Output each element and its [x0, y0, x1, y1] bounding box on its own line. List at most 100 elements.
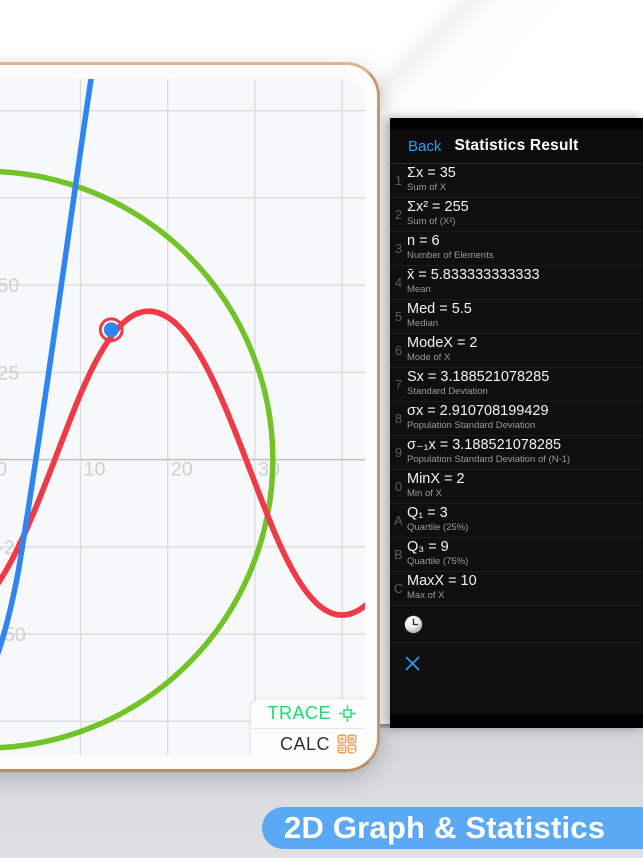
row-value: Q₃= 9 [407, 540, 637, 555]
row-number: 2 [469, 335, 477, 351]
graph-mode-buttons[interactable]: TRACE CALC [251, 699, 365, 755]
row-key: B [390, 547, 407, 562]
row-symbol: Q₃ [407, 539, 424, 555]
row-number: 3.188521078285 [452, 437, 561, 453]
x-tick-label: 0 [0, 458, 7, 480]
panel-bottom-bar [390, 714, 643, 728]
row-value: MinX=2 [407, 472, 637, 487]
calc-label: CALC [280, 734, 330, 755]
row-description: Mean [407, 284, 637, 296]
row-equals: = [448, 573, 456, 589]
row-value: n=6 [407, 234, 637, 249]
row-symbol: x̄ [407, 267, 414, 283]
x-tick-label: 30 [258, 458, 280, 480]
row-equals: = [419, 233, 427, 249]
row-key: 8 [390, 411, 407, 426]
row-key: 4 [390, 275, 407, 290]
row-number: 2.910708199429 [440, 403, 549, 419]
row-value: σx= 2.910708199429 [407, 404, 637, 419]
list-item[interactable]: 3 n=6 Number of Elements [390, 232, 643, 266]
row-symbol: Q₁ [407, 505, 423, 521]
calc-button[interactable]: CALC [251, 729, 365, 755]
row-description: Standard Deviation [407, 386, 637, 398]
row-key: 9 [390, 445, 407, 460]
row-number: 5.5 [452, 301, 472, 317]
caption-banner: 2D Graph & Statistics [262, 807, 643, 849]
row-equals: = [444, 471, 452, 487]
row-value: Sx=3.188521078285 [407, 370, 637, 385]
close-x-icon[interactable] [404, 655, 421, 672]
row-description: Max of X [407, 590, 637, 602]
row-value: σ₋₁x=3.188521078285 [407, 438, 637, 453]
list-item[interactable]: 8 σx=2.910708199429 Population Standard … [390, 402, 643, 436]
back-button[interactable]: Back [408, 138, 441, 155]
row-symbol: MaxX [407, 573, 444, 589]
list-item[interactable]: 1 Σx= 35 Sum of X [390, 164, 643, 198]
row-key: 2 [390, 207, 407, 222]
row-description: Mode of X [407, 352, 637, 364]
row-key: 5 [390, 309, 407, 324]
caption-text: 2D Graph & Statistics [284, 810, 605, 846]
list-item[interactable]: A Q₁=3 Quartile (25%) [390, 504, 643, 538]
row-equals: = [432, 199, 440, 215]
list-item[interactable]: 6 ModeX=2 Mode of X [390, 334, 643, 368]
row-number: 9 [441, 539, 449, 555]
row-symbol: σ₋₁x [407, 437, 436, 453]
row-number: 3 [440, 505, 448, 521]
row-value: Med= 5.5 [407, 302, 637, 317]
x-tick-label: 20 [171, 458, 193, 480]
statistics-result-panel: Back Statistics Result 1 Σx=35 Sum of X … [390, 118, 643, 728]
list-item[interactable]: 0 MinX=2 Min of X [390, 470, 643, 504]
status-bar [390, 118, 643, 129]
list-item[interactable]: 9 σ₋₁x=3.188521078285 Population Standar… [390, 436, 643, 470]
list-item[interactable]: 2 Σx²=255 Sum of (X²) [390, 198, 643, 232]
clock-icon[interactable] [404, 615, 423, 634]
row-value: MaxX=10 [407, 574, 637, 589]
row-value: Σx= 35 [407, 166, 637, 181]
row-description: Quartile (25%) [407, 522, 637, 534]
graph-screen[interactable]: -30 -20 -10 0 10 20 30 50 25 -25 -50 [0, 79, 365, 755]
trace-button[interactable]: TRACE [251, 699, 365, 729]
x-tick-label: 10 [84, 458, 106, 480]
row-equals: = [457, 335, 465, 351]
row-number: 35 [440, 165, 456, 181]
row-value: Σx²=255 [407, 200, 637, 215]
screenshot-root: -30 -20 -10 0 10 20 30 50 25 -25 -50 [0, 0, 643, 858]
row-description: Sum of (X²) [407, 216, 637, 228]
history-row[interactable] [390, 606, 643, 643]
row-symbol: Σx [407, 165, 423, 181]
row-key: 7 [390, 377, 407, 392]
row-description: Median [407, 318, 637, 330]
row-key: 3 [390, 241, 407, 256]
row-number: 5.833333333333 [431, 267, 540, 283]
trace-label: TRACE [267, 703, 331, 724]
row-equals: = [427, 403, 435, 419]
close-row[interactable] [390, 643, 643, 683]
list-item[interactable]: C MaxX=10 Max of X [390, 572, 643, 606]
statistics-list: 1 Σx=35 Sum of X 2 Σx²=255 Sum of (X²) [390, 164, 643, 606]
y-tick-label: 25 [0, 362, 19, 384]
row-key: A [390, 513, 407, 528]
row-symbol: Sx [407, 369, 424, 385]
row-symbol: ModeX [407, 335, 453, 351]
row-value: ModeX=2 [407, 336, 637, 351]
list-item[interactable]: 5 Med= 5.5 Median [390, 300, 643, 334]
row-key: 1 [390, 173, 407, 188]
row-equals: = [428, 539, 436, 555]
row-equals: = [418, 267, 426, 283]
row-equals: = [428, 369, 436, 385]
row-key: 6 [390, 343, 407, 358]
row-description: Quartile (75%) [407, 556, 637, 568]
row-symbol: n [407, 233, 415, 249]
list-item[interactable]: B Q₃= 9 Quartile (75%) [390, 538, 643, 572]
row-symbol: σx [407, 403, 423, 419]
graph-canvas[interactable]: -30 -20 -10 0 10 20 30 50 25 -25 -50 [0, 79, 365, 755]
row-symbol: Med [407, 301, 435, 317]
row-equals: = [439, 301, 447, 317]
list-item[interactable]: 7 Sx=3.188521078285 Standard Deviation [390, 368, 643, 402]
row-description: Number of Elements [407, 250, 637, 262]
panel-navbar: Back Statistics Result [390, 129, 643, 164]
row-equals: = [427, 165, 435, 181]
list-item[interactable]: 4 x̄= 5.833333333333 Mean [390, 266, 643, 300]
row-description: Sum of X [407, 182, 637, 194]
